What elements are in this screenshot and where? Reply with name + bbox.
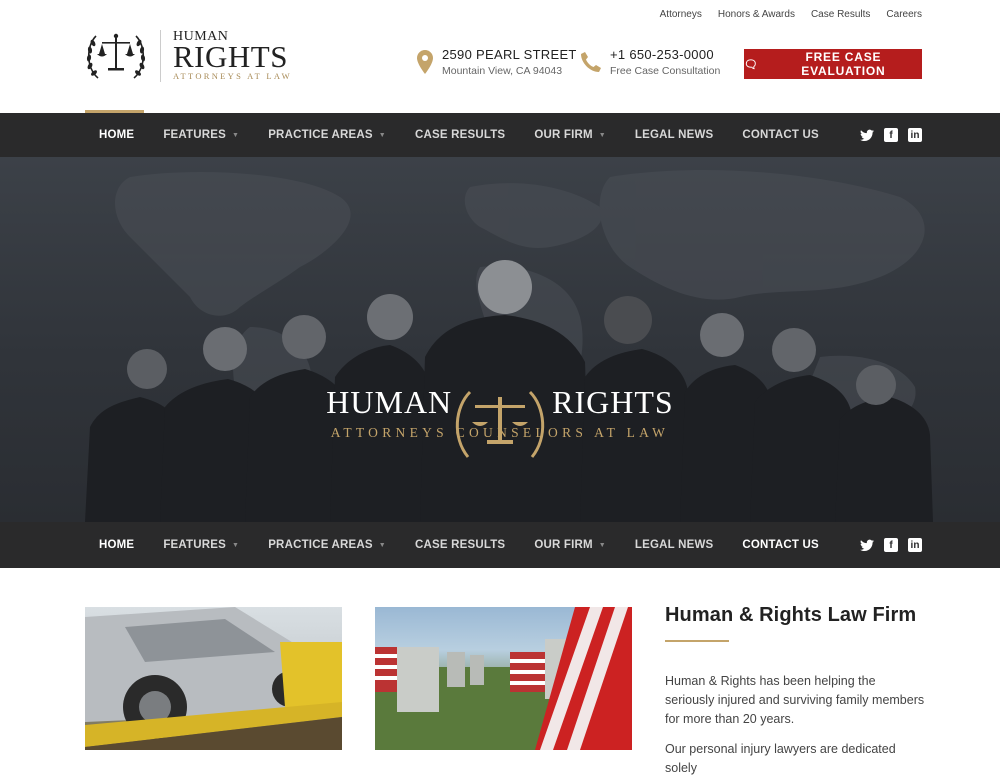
nav-label: LEGAL NEWS: [634, 539, 714, 551]
site-logo[interactable]: HUMAN RIGHTS ATTORNEYS AT LAW: [84, 28, 292, 84]
twitter-icon[interactable]: [860, 128, 874, 142]
nav-item-legal-news[interactable]: LEGAL NEWS: [635, 539, 713, 551]
nav-label: CASE RESULTS: [414, 539, 506, 551]
phone-block: +1 650-253-0000 Free Case Consultation: [580, 47, 720, 77]
scales-of-justice-logo-icon: [86, 33, 146, 79]
feature-paragraph-2: Our personal injury lawyers are dedicate…: [665, 742, 896, 775]
hero-subtitle: ATTORNEYS COUNSELORS AT LAW: [330, 425, 670, 440]
tow-truck-image[interactable]: [85, 607, 342, 750]
cta-label: FREE CASE EVALUATION: [801, 50, 886, 78]
nav-item-legal-news[interactable]: LEGAL NEWS: [635, 129, 713, 141]
free-case-evaluation-button[interactable]: 🗨 FREE CASE EVALUATION: [744, 49, 922, 79]
nav-label: HOME: [99, 539, 135, 551]
hero-title-right: RIGHTS: [552, 384, 674, 420]
nav-item-case-results[interactable]: CASE RESULTS: [415, 539, 505, 551]
nav-item-features[interactable]: FEATURES ▼: [163, 539, 239, 551]
nav-label: LEGAL NEWS: [634, 129, 714, 141]
nav-item-contact-us[interactable]: CONTACT US: [742, 129, 819, 141]
hero-image: [85, 169, 933, 522]
nav-item-home[interactable]: HOME: [99, 129, 134, 141]
linkedin-icon[interactable]: in: [908, 128, 922, 142]
phone-number[interactable]: +1 650-253-0000: [610, 47, 720, 62]
nav-item-our-firm[interactable]: OUR FIRM ▼: [534, 539, 606, 551]
map-pin-icon: [417, 50, 433, 74]
sticky-nav: HOME FEATURES ▼ PRACTICE AREAS ▼ CASE RESU…: [0, 522, 1000, 568]
chevron-down-icon: ▼: [232, 131, 240, 139]
nav-item-our-firm[interactable]: OUR FIRM ▼: [534, 129, 606, 141]
nav-label: HOME: [99, 129, 135, 141]
logo-text: HUMAN RIGHTS ATTORNEYS AT LAW: [173, 30, 292, 82]
address-block: 2590 PEARL STREET Mountain View, CA 9404…: [416, 47, 577, 77]
linkedin-icon[interactable]: in: [908, 538, 922, 552]
twitter-icon[interactable]: [860, 538, 874, 552]
heading-underline: [665, 640, 729, 642]
feature-heading: Human & Rights Law Firm: [665, 604, 917, 626]
hero-title: HUMAN RIGHTS: [310, 384, 690, 421]
chevron-down-icon: ▼: [598, 541, 606, 549]
logo-tagline: ATTORNEYS AT LAW: [173, 71, 292, 81]
hero-banner: HUMAN RIGHTS ATTORNEYS COUNSELORS AT LAW: [0, 157, 1000, 522]
nav-item-contact-us[interactable]: CONTACT US: [742, 539, 819, 551]
hero-title-left: HUMAN: [326, 384, 453, 420]
cemetery-flags-image[interactable]: [375, 607, 632, 750]
facebook-icon[interactable]: f: [884, 538, 898, 552]
chat-icon: 🗨: [744, 58, 759, 71]
hero-logo: HUMAN RIGHTS ATTORNEYS COUNSELORS AT LAW: [310, 384, 690, 441]
social-links: f in: [860, 538, 922, 552]
phone-icon: [581, 52, 601, 72]
chevron-down-icon: ▼: [378, 131, 386, 139]
nav-label: FEATURES: [163, 539, 227, 551]
nav-label: PRACTICE AREAS: [268, 129, 373, 141]
social-links: f in: [860, 128, 922, 142]
nav-item-practice-areas[interactable]: PRACTICE AREAS ▼: [268, 539, 386, 551]
site-header: HUMAN RIGHTS ATTORNEYS AT LAW 2590 PEARL…: [0, 0, 1000, 113]
nav-label: CONTACT US: [742, 129, 819, 141]
nav-label: CONTACT US: [742, 539, 819, 551]
nav-label: OUR FIRM: [534, 539, 593, 551]
phone-label: Free Case Consultation: [610, 65, 721, 77]
nav-label: CASE RESULTS: [414, 129, 506, 141]
nav-label: PRACTICE AREAS: [268, 539, 373, 551]
nav-item-features[interactable]: FEATURES ▼: [163, 129, 239, 141]
nav-item-home[interactable]: HOME: [99, 539, 134, 551]
chevron-down-icon: ▼: [232, 541, 240, 549]
address-city: Mountain View, CA 94043: [442, 65, 563, 77]
nav-item-practice-areas[interactable]: PRACTICE AREAS ▼: [268, 129, 386, 141]
logo-divider: [160, 30, 161, 82]
main-nav: HOME FEATURES ▼ PRACTICE AREAS ▼ CASE RESU…: [0, 113, 1000, 157]
address-street: 2590 PEARL STREET: [442, 47, 577, 62]
chevron-down-icon: ▼: [378, 541, 386, 549]
nav-item-case-results[interactable]: CASE RESULTS: [415, 129, 505, 141]
nav-label: OUR FIRM: [534, 129, 593, 141]
facebook-icon[interactable]: f: [884, 128, 898, 142]
logo-line-rights: RIGHTS: [173, 39, 288, 74]
feature-paragraph-1: Human & Rights has been helping the seri…: [665, 674, 925, 726]
nav-label: FEATURES: [163, 129, 227, 141]
chevron-down-icon: ▼: [598, 131, 606, 139]
